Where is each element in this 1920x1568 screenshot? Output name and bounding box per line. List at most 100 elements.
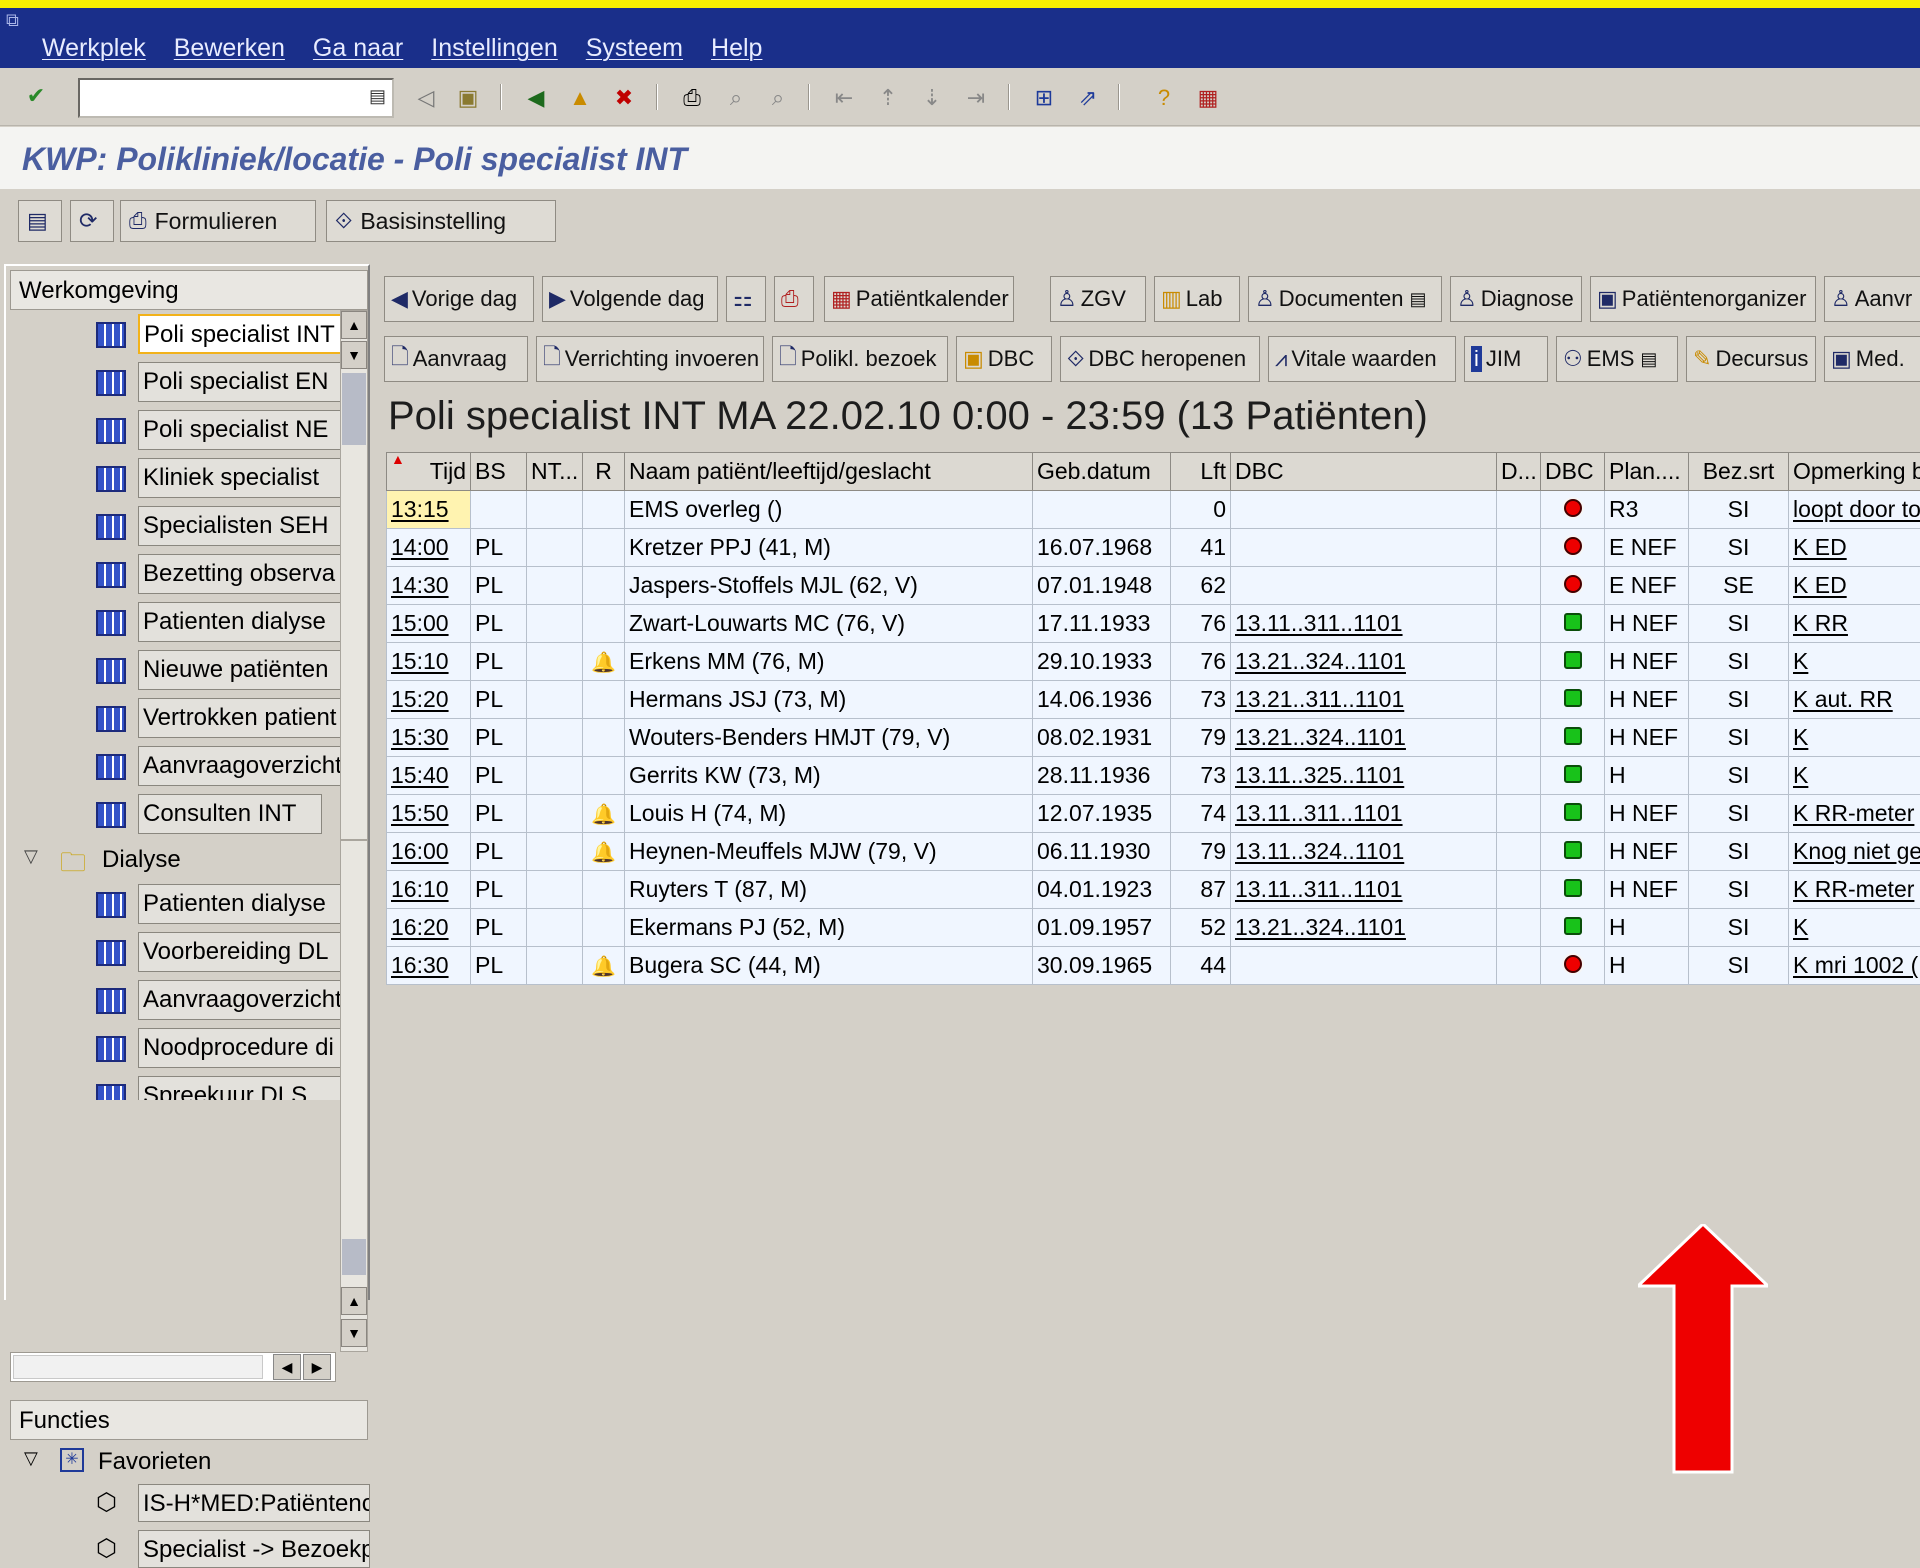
cell-opm[interactable]: K	[1789, 719, 1920, 757]
column-header-gebdatum[interactable]: Geb.datum	[1033, 453, 1171, 491]
column-header-dbc-status[interactable]: DBC	[1541, 453, 1605, 491]
expand-triangle-icon[interactable]: ▽	[24, 1448, 38, 1469]
table-row[interactable]: 16:20PLEkermans PJ (52, M)01.09.19575213…	[387, 909, 1920, 947]
cell-tijd[interactable]: 16:10	[387, 871, 471, 909]
tree-item-specialisten-seh[interactable]: Specialisten SEH	[10, 504, 350, 550]
tree-item-poli-specialist-ne[interactable]: Poli specialist NE	[10, 408, 350, 454]
tree-item-kliniek-specialist[interactable]: Kliniek specialist	[10, 456, 350, 502]
med-button[interactable]: ▣Med.	[1824, 336, 1920, 382]
cell-dbc[interactable]: 13.21..324..1101	[1231, 643, 1497, 681]
table-row[interactable]: 14:00PLKretzer PPJ (41, M)16.07.196841E …	[387, 529, 1920, 567]
cell-opm[interactable]: K	[1789, 643, 1920, 681]
previous-page-icon[interactable]: ⇡	[872, 82, 904, 114]
aanvraag-button[interactable]: 🗋Aanvraag	[384, 336, 528, 382]
menu-systeem[interactable]: Systeem	[586, 34, 683, 63]
reminder-bell-icon[interactable]: 🔔	[591, 802, 616, 827]
favorites-folder[interactable]: ▽ ✳ Favorieten	[10, 1442, 368, 1482]
column-header-plan[interactable]: Plan....	[1605, 453, 1689, 491]
cell-dbc[interactable]: 13.11..311..1101	[1231, 795, 1497, 833]
reminder-bell-icon[interactable]: 🔔	[591, 954, 616, 979]
tree-folder-dialyse[interactable]: ▽ 🗀 Dialyse	[10, 840, 350, 880]
new-session-icon[interactable]: ⊞	[1028, 82, 1060, 114]
cell-dbc[interactable]: 13.11..324..1101	[1231, 833, 1497, 871]
tree-item-poli-specialist-en[interactable]: Poli specialist EN	[10, 360, 350, 406]
cell-dbc[interactable]	[1231, 567, 1497, 605]
table-row[interactable]: 16:00PL🔔Heynen-Meuffels MJW (79, V)06.11…	[387, 833, 1920, 871]
back-arrow-icon[interactable]: ◁	[410, 82, 442, 114]
table-row[interactable]: 15:50PL🔔Louis H (74, M)12.07.19357413.11…	[387, 795, 1920, 833]
menu-werkplek[interactable]: Werkplek	[42, 34, 146, 63]
cell-tijd[interactable]: 16:30	[387, 947, 471, 985]
cell-dbc[interactable]	[1231, 529, 1497, 567]
dbc-button[interactable]: ▣DBC	[956, 336, 1052, 382]
cell-tijd[interactable]: 16:00	[387, 833, 471, 871]
vitale-waarden-button[interactable]: ⩘Vitale waarden	[1268, 336, 1456, 382]
menu-ga-naar[interactable]: Ga naar	[313, 34, 403, 63]
cell-dbc[interactable]	[1231, 947, 1497, 985]
patientenorganizer-button[interactable]: ▣Patiëntenorganizer	[1590, 276, 1816, 322]
cell-dbc[interactable]: 13.11..325..1101	[1231, 757, 1497, 795]
save-icon[interactable]: ▣	[452, 82, 484, 114]
reminder-bell-icon[interactable]: 🔔	[591, 840, 616, 865]
shortcut-icon[interactable]: ⇗	[1072, 82, 1104, 114]
first-page-icon[interactable]: ⇤	[828, 82, 860, 114]
column-header-tijd[interactable]: ▲Tijd	[387, 453, 471, 491]
volgende-dag-button[interactable]: ▶Volgende dag	[542, 276, 718, 322]
tree-horizontal-scrollbar[interactable]: ◀ ▶	[10, 1352, 336, 1382]
find-next-icon[interactable]: ⌕	[762, 82, 794, 114]
tree-item-patienten-dialyse-2[interactable]: Patienten dialyse	[10, 882, 350, 928]
cell-opm[interactable]: K ED	[1789, 567, 1920, 605]
reminder-bell-icon[interactable]: 🔔	[591, 650, 616, 675]
command-field[interactable]: ▤	[78, 78, 394, 118]
cell-dbc[interactable]: 13.11..311..1101	[1231, 871, 1497, 909]
basisinstelling-button[interactable]: ⟐Basisinstelling	[326, 200, 556, 242]
menu-instellingen[interactable]: Instellingen	[431, 34, 557, 63]
refresh-button[interactable]: ⟳	[70, 200, 114, 242]
cell-opm[interactable]: loopt door to	[1789, 491, 1920, 529]
column-header-lft[interactable]: Lft	[1171, 453, 1231, 491]
favorite-item[interactable]: ⬡ Specialist -> Bezoekp	[10, 1528, 368, 1568]
diagnose-button[interactable]: ♙Diagnose	[1450, 276, 1582, 322]
cell-tijd[interactable]: 15:20	[387, 681, 471, 719]
cell-dbc[interactable]: 13.21..311..1101	[1231, 681, 1497, 719]
back-icon[interactable]: ◀	[520, 82, 552, 114]
cell-opm[interactable]: K RR-meter	[1789, 795, 1920, 833]
documenten-button[interactable]: ♙Documenten▤	[1248, 276, 1442, 322]
scroll-left-icon[interactable]: ◀	[273, 1354, 301, 1380]
jim-button[interactable]: iJIM	[1464, 336, 1548, 382]
print-icon[interactable]: ⎙	[676, 82, 708, 114]
table-row[interactable]: 13:15EMS overleg ()0R3SIloopt door to	[387, 491, 1920, 529]
tree-item-nieuwe-patienten[interactable]: Nieuwe patiënten	[10, 648, 350, 694]
enter-check-icon[interactable]: ✔	[20, 80, 52, 112]
next-page-icon[interactable]: ⇣	[916, 82, 948, 114]
table-row[interactable]: 15:30PLWouters-Benders HMJT (79, V)08.02…	[387, 719, 1920, 757]
scroll-up-icon[interactable]: ▲	[341, 311, 367, 339]
tree-item-poli-specialist-int[interactable]: Poli specialist INT	[10, 312, 350, 358]
cell-opm[interactable]: K RR	[1789, 605, 1920, 643]
table-row[interactable]: 16:10PLRuyters T (87, M)04.01.19238713.1…	[387, 871, 1920, 909]
cell-tijd[interactable]: 13:15	[387, 491, 471, 529]
scroll-up-icon[interactable]: ▲	[341, 1287, 367, 1315]
column-header-dbc[interactable]: DBC	[1231, 453, 1497, 491]
table-row[interactable]: 15:40PLGerrits KW (73, M)28.11.19367313.…	[387, 757, 1920, 795]
cell-dbc[interactable]: 13.11..311..1101	[1231, 605, 1497, 643]
exit-icon[interactable]: ▲	[564, 82, 596, 114]
cell-tijd[interactable]: 15:10	[387, 643, 471, 681]
lab-button[interactable]: ▥Lab	[1154, 276, 1240, 322]
column-header-d[interactable]: D...	[1497, 453, 1541, 491]
find-icon[interactable]: ⌕	[720, 82, 752, 114]
cell-opm[interactable]: K	[1789, 757, 1920, 795]
scroll-thumb[interactable]	[342, 1239, 366, 1275]
tree-item-bezetting-observa[interactable]: Bezetting observa	[10, 552, 350, 598]
tree-item-consulten-int[interactable]: Consulten INT	[10, 792, 350, 838]
cell-dbc[interactable]	[1231, 491, 1497, 529]
column-header-naam[interactable]: Naam patiënt/leeftijd/geslacht	[625, 453, 1033, 491]
tree-item-noodprocedure[interactable]: Noodprocedure di	[10, 1026, 350, 1072]
dbc-heropenen-button[interactable]: ⟐DBC heropenen	[1060, 336, 1260, 382]
table-row[interactable]: 15:10PL🔔Erkens MM (76, M)29.10.19337613.…	[387, 643, 1920, 681]
cell-tijd[interactable]: 15:40	[387, 757, 471, 795]
ems-button[interactable]: ⚇EMS▤	[1556, 336, 1678, 382]
table-row[interactable]: 15:00PLZwart-Louwarts MC (76, V)17.11.19…	[387, 605, 1920, 643]
cell-opm[interactable]: K	[1789, 909, 1920, 947]
column-header-nt[interactable]: NT...	[527, 453, 583, 491]
